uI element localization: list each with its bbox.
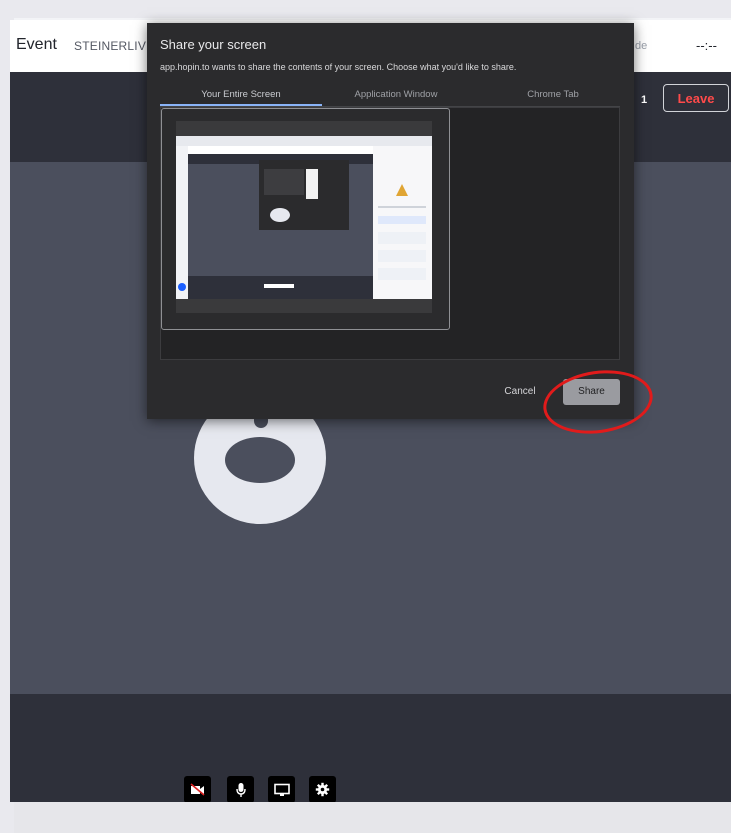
avatar-mouth	[225, 437, 295, 483]
control-bar	[10, 694, 731, 802]
leave-button[interactable]: Leave	[663, 84, 729, 112]
event-name: STEINERLIVE.	[74, 39, 158, 53]
dialog-title: Share your screen	[160, 37, 267, 52]
tab-chrome-tab[interactable]: Chrome Tab	[472, 89, 634, 100]
screen-share-icon[interactable]	[268, 776, 295, 802]
camera-off-icon[interactable]	[184, 776, 211, 802]
tab-entire-screen[interactable]: Your Entire Screen	[160, 89, 322, 100]
header-right-label: de	[635, 40, 648, 52]
microphone-icon[interactable]	[227, 776, 254, 802]
cancel-button[interactable]: Cancel	[498, 380, 542, 404]
tab-application-window[interactable]: Application Window	[315, 89, 477, 100]
timer: --:--	[696, 38, 717, 53]
participant-count: 1	[640, 94, 648, 106]
dialog-subtitle: app.hopin.to wants to share the contents…	[160, 62, 517, 72]
settings-gear-icon[interactable]	[309, 776, 336, 802]
share-screen-dialog: Share your screen app.hopin.to wants to …	[147, 23, 634, 419]
event-title: Event	[16, 36, 57, 53]
selected-tab-indicator	[160, 104, 322, 106]
thumbnail-screenshot	[176, 136, 432, 299]
